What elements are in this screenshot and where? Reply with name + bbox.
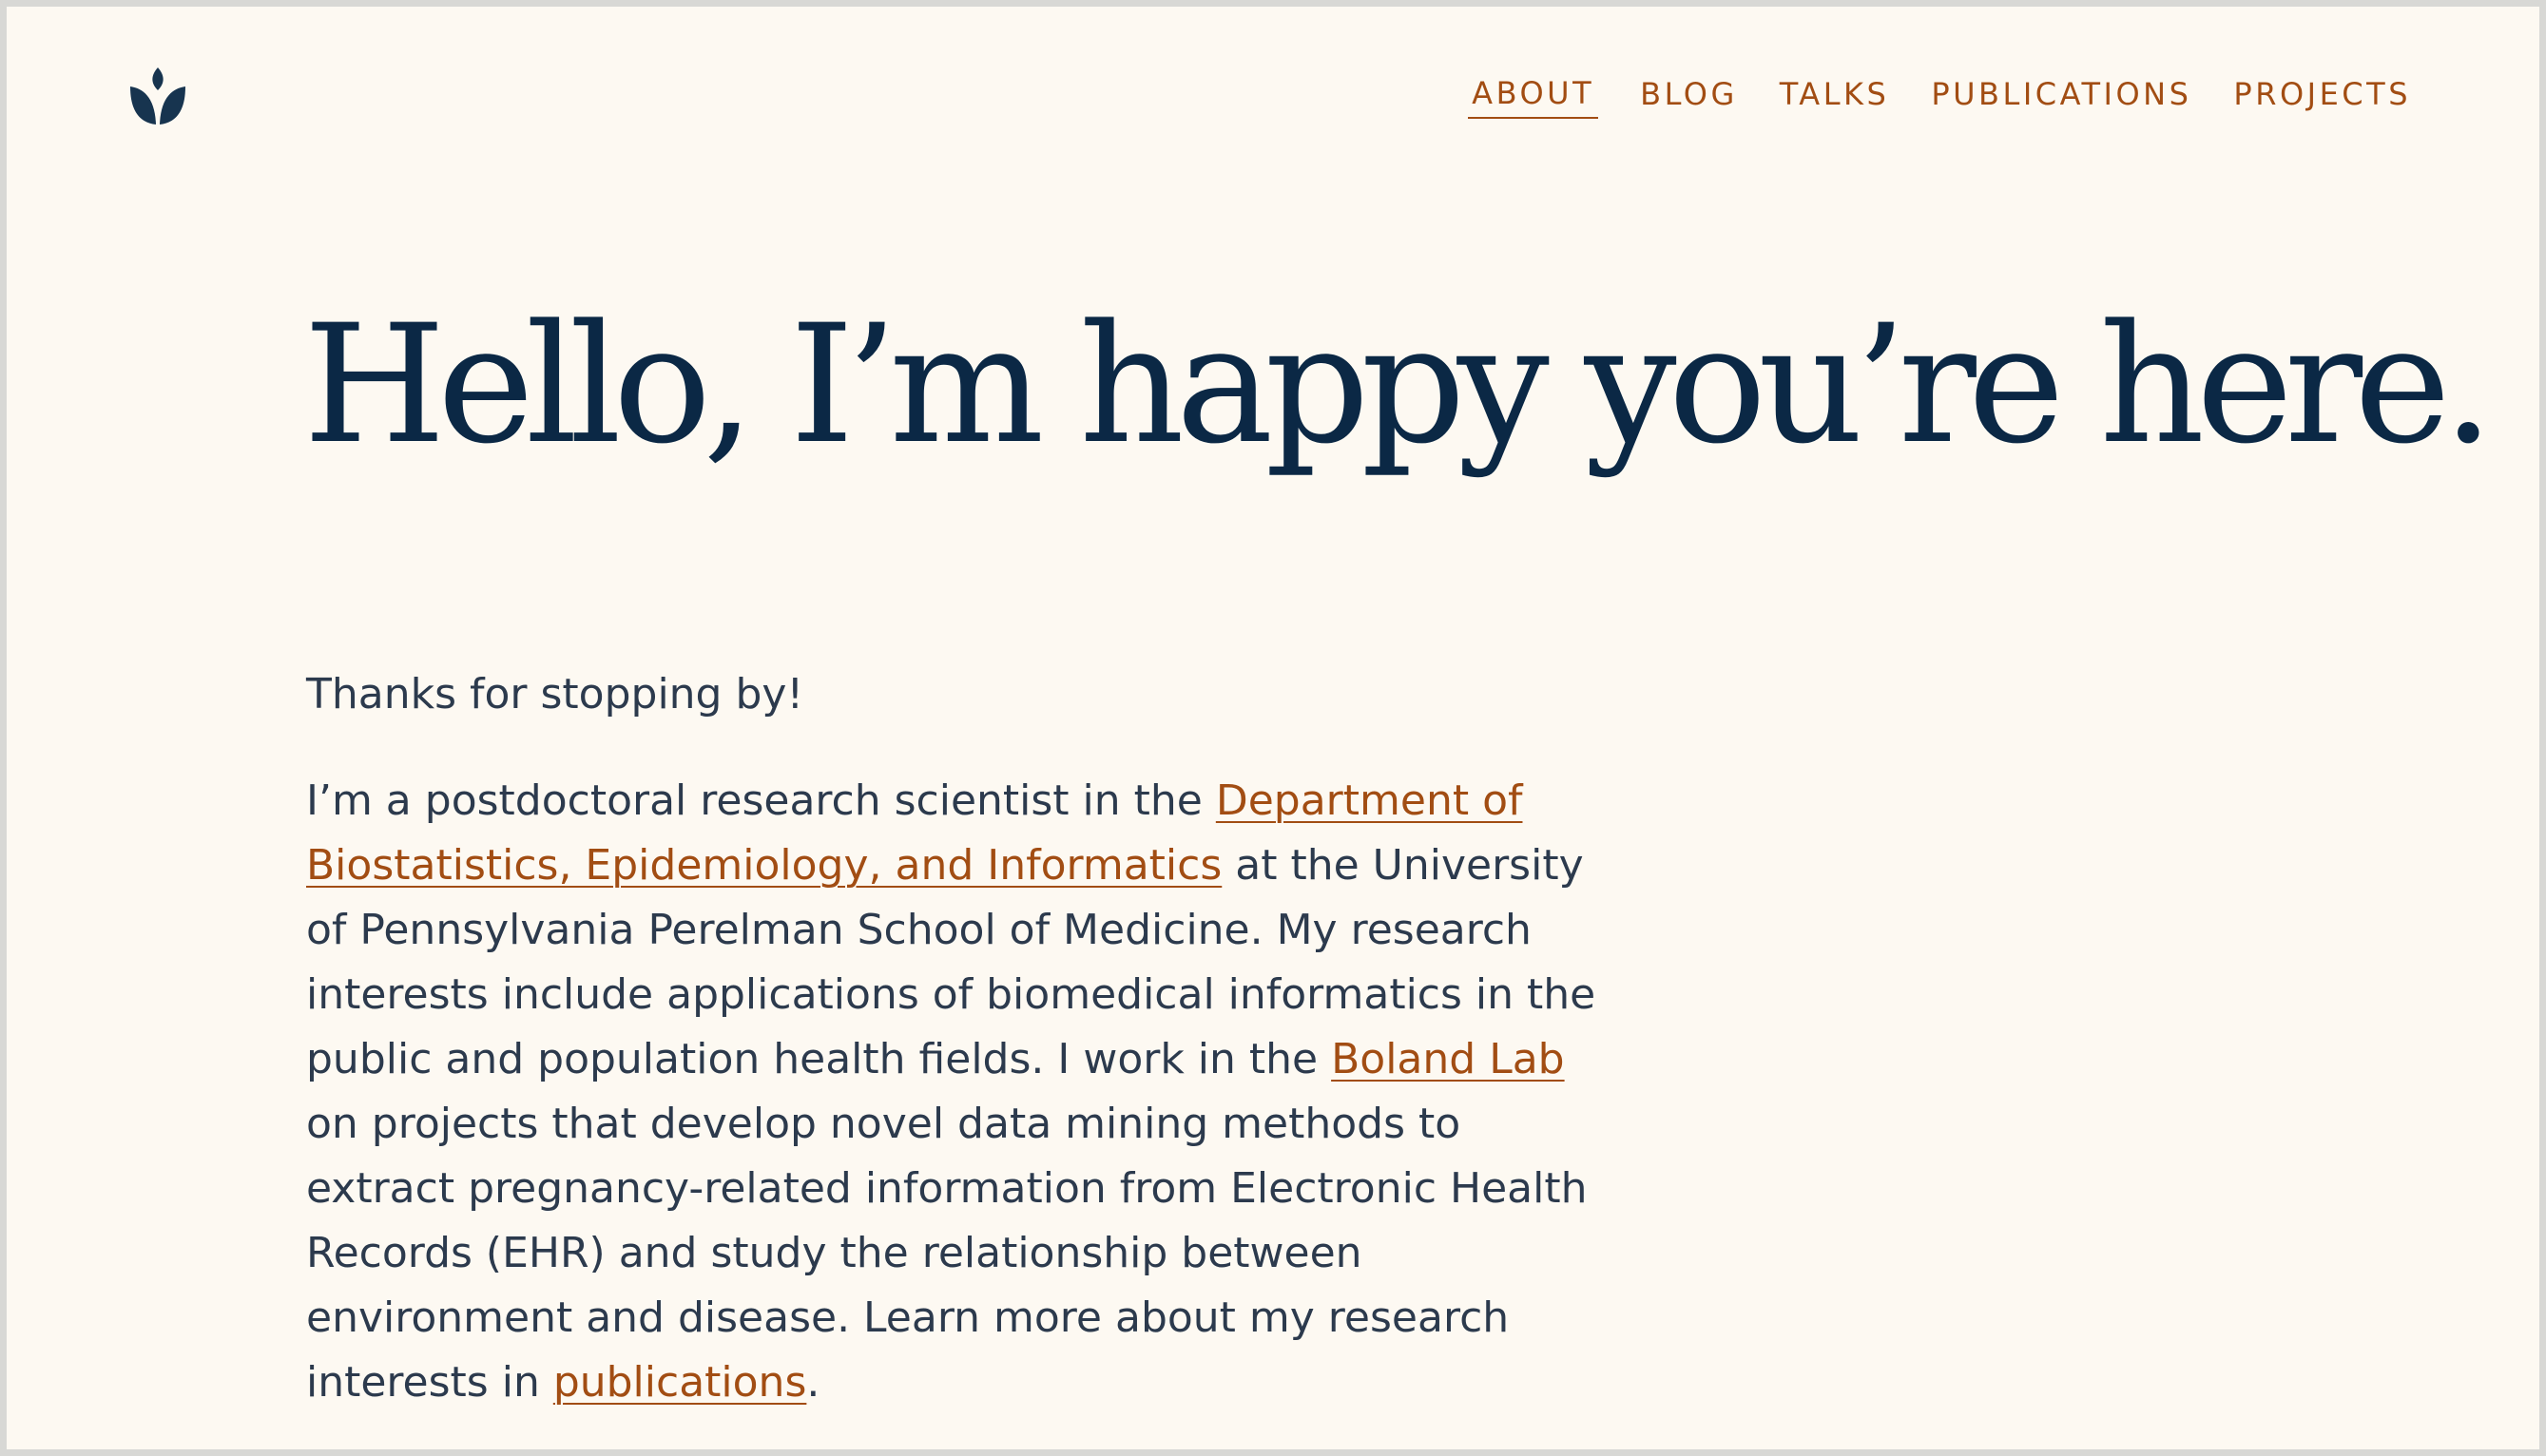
nav-publications-link[interactable]: PUBLICATIONS	[1931, 76, 2191, 118]
bio-text-start: I’m a postdoctoral research scientist in…	[306, 776, 1216, 825]
hero-heading: Hello, I’m happy you’re here.	[303, 289, 2495, 480]
nav-talks-link[interactable]: TALKS	[1780, 76, 1890, 118]
intro-section: Thanks for stopping by! I’m a postdoctor…	[306, 662, 1609, 1415]
bio-text-end: .	[806, 1358, 820, 1407]
bio-text-after-lab: on projects that develop novel data mini…	[306, 1100, 1588, 1407]
publications-link[interactable]: publications	[553, 1358, 807, 1407]
bio-paragraph: I’m a postdoctoral research scientist in…	[306, 769, 1609, 1415]
nav-projects-link[interactable]: PROJECTS	[2233, 76, 2411, 118]
main-nav: ABOUT BLOG TALKS PUBLICATIONS PROJECTS	[1426, 75, 2411, 120]
greeting-text: Thanks for stopping by!	[306, 670, 804, 718]
page: ABOUT BLOG TALKS PUBLICATIONS PROJECTS H…	[7, 7, 2539, 1449]
lotus-logo-graphic	[130, 67, 185, 125]
nav-blog-link[interactable]: BLOG	[1640, 76, 1738, 118]
lotus-icon[interactable]	[128, 66, 187, 126]
nav-about-link[interactable]: ABOUT	[1468, 75, 1599, 120]
boland-lab-link[interactable]: Boland Lab	[1331, 1035, 1565, 1083]
